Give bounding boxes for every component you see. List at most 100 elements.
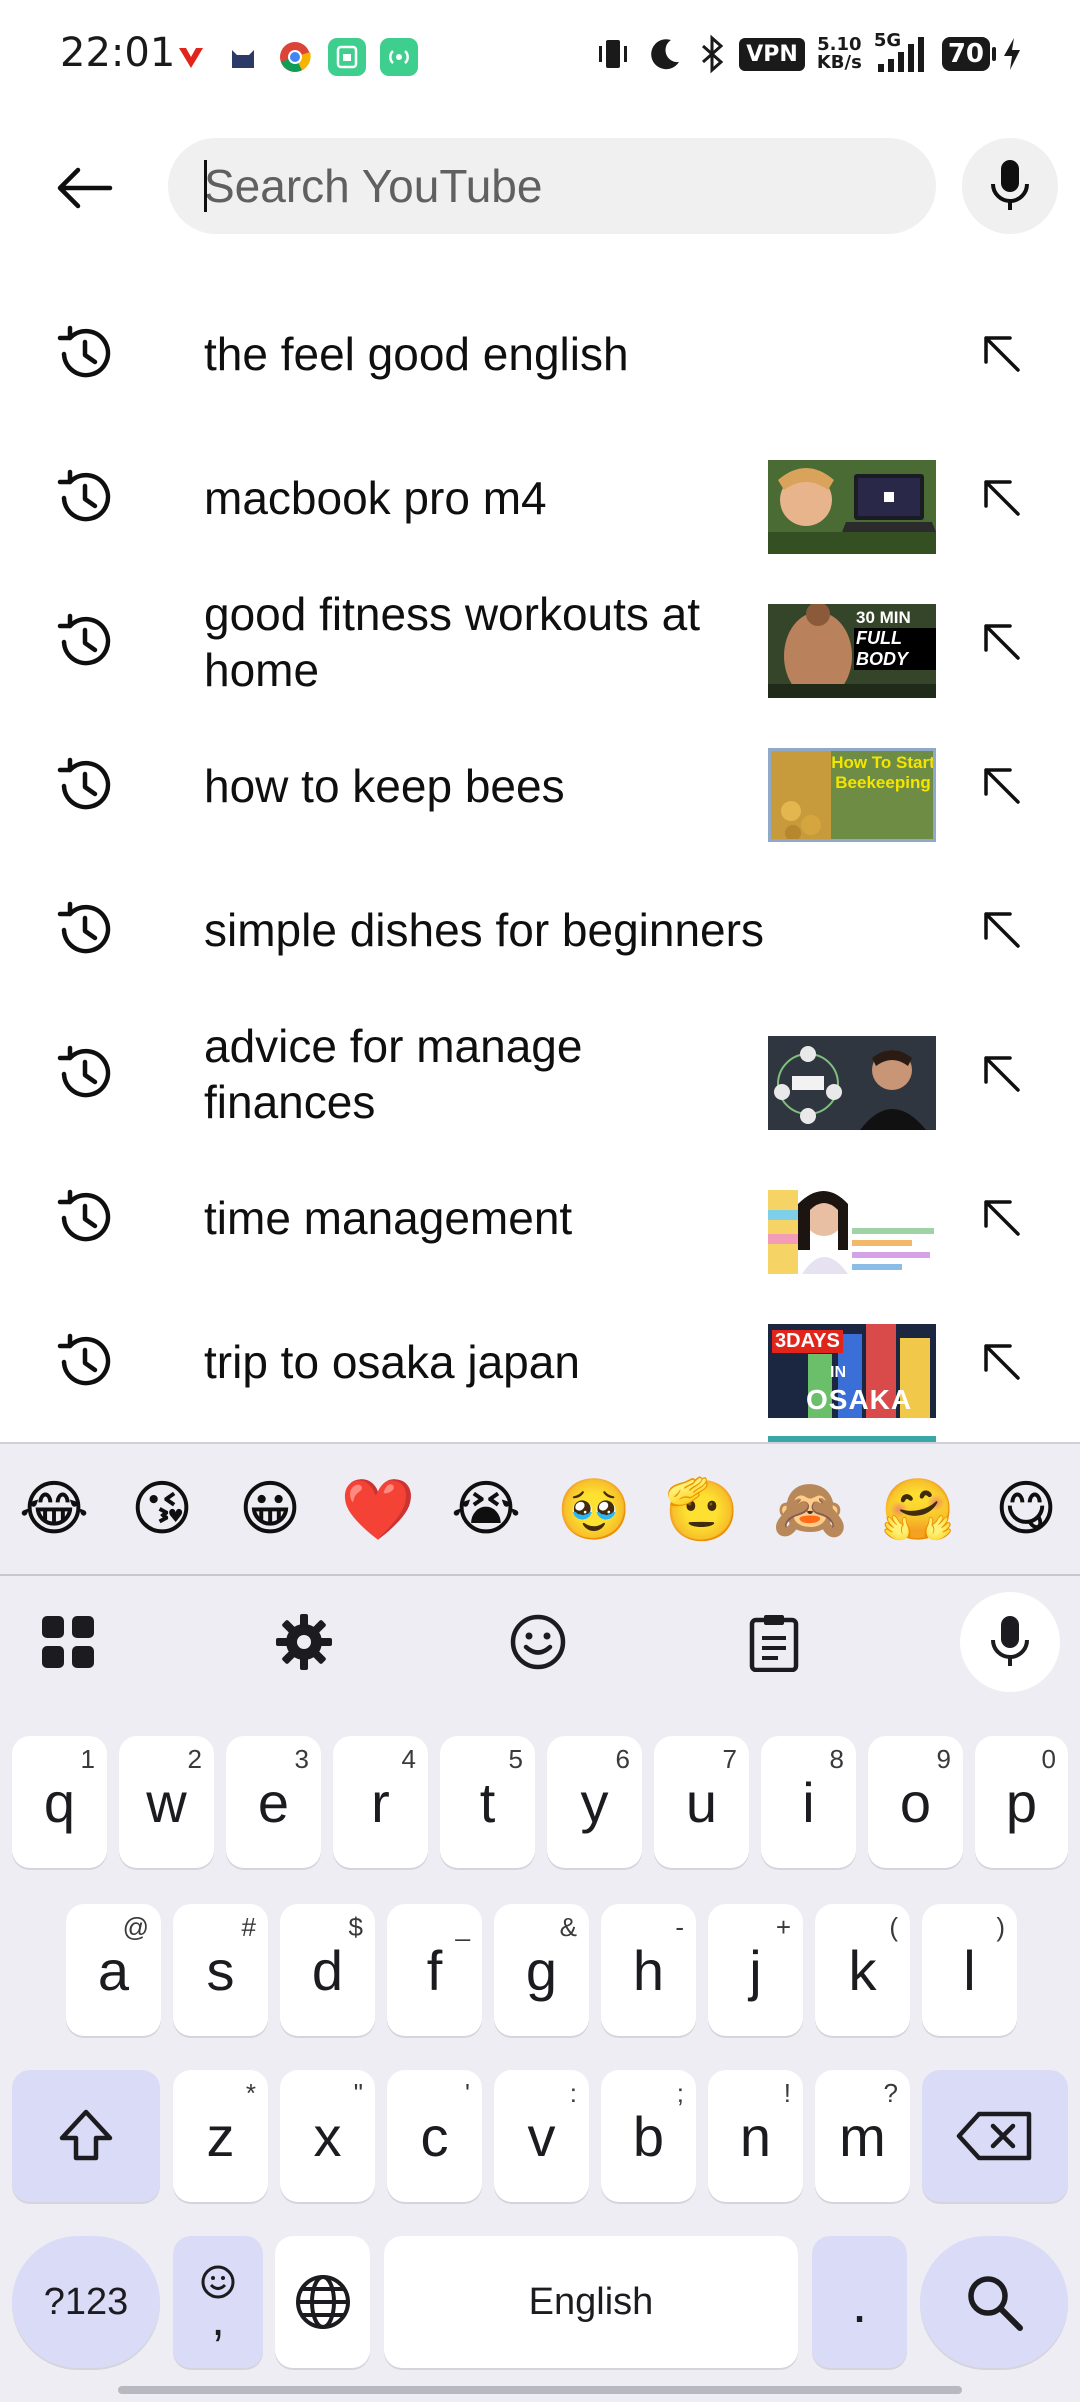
fill-query-button[interactable] xyxy=(962,1038,1042,1110)
arrow-back-icon xyxy=(57,167,113,209)
thumbnail-text: OSAKA xyxy=(806,1384,913,1415)
emoji-key[interactable]: 🫡 xyxy=(652,1474,752,1545)
shift-key[interactable] xyxy=(12,2070,160,2202)
emoji-key[interactable]: 😭 xyxy=(436,1474,536,1544)
gesture-navigation-bar[interactable] xyxy=(118,2386,962,2394)
suggestion-item[interactable]: time management xyxy=(0,1146,1080,1290)
key-w[interactable]: w2 xyxy=(119,1736,214,1868)
thumbnail-text: 3DAYS xyxy=(772,1330,843,1353)
thumbnail-text: 30 MIN xyxy=(856,608,911,627)
language-key[interactable] xyxy=(275,2236,370,2368)
backspace-icon xyxy=(956,2111,1032,2161)
key-n[interactable]: n! xyxy=(708,2070,803,2202)
emoji-key[interactable]: 🙈 xyxy=(760,1474,860,1545)
key-o[interactable]: o9 xyxy=(868,1736,963,1868)
search-suggestions-list: the feel good english macbook pro m4 goo… xyxy=(0,282,1080,1442)
history-icon xyxy=(44,466,124,530)
microphone-icon xyxy=(991,1616,1029,1666)
suggestion-item-partial[interactable] xyxy=(0,1434,1080,1442)
fill-query-button[interactable] xyxy=(962,1182,1042,1254)
key-h[interactable]: h- xyxy=(601,1904,696,2036)
backspace-key[interactable] xyxy=(922,2070,1068,2202)
key-t[interactable]: t5 xyxy=(440,1736,535,1868)
history-icon xyxy=(44,1042,124,1106)
key-p[interactable]: p0 xyxy=(975,1736,1068,1868)
key-a[interactable]: a @ xyxy=(66,1904,161,2036)
notification-icons xyxy=(172,38,418,76)
key-x[interactable]: x " xyxy=(280,2070,375,2202)
key-v[interactable]: v: xyxy=(494,2070,589,2202)
period-key[interactable]: . xyxy=(812,2236,907,2368)
fill-query-button[interactable] xyxy=(962,606,1042,678)
key-s[interactable]: s # xyxy=(173,1904,268,2036)
search-icon xyxy=(968,2276,1023,2331)
key-c[interactable]: c ' xyxy=(387,2070,482,2202)
do-not-disturb-moon-icon xyxy=(651,39,680,70)
status-bar: 22:01 VPN 5.10 KB/s 5G 70 xyxy=(0,0,1080,110)
arrow-up-left-icon xyxy=(984,1200,1020,1236)
suggestion-item[interactable]: advice for manage finances xyxy=(0,1002,1080,1146)
key-z[interactable]: z * xyxy=(173,2070,268,2202)
suggestion-text: simple dishes for beginners xyxy=(204,904,764,956)
fill-query-button[interactable] xyxy=(962,750,1042,822)
globe-icon xyxy=(295,2275,350,2329)
key-u[interactable]: u7 xyxy=(654,1736,749,1868)
search-key[interactable] xyxy=(920,2236,1068,2368)
emoji-key[interactable]: 🤗 xyxy=(868,1474,968,1545)
keyboard-voice-button[interactable] xyxy=(960,1592,1060,1692)
space-key[interactable]: English xyxy=(384,2236,798,2368)
keyboard-settings-button[interactable] xyxy=(258,1596,350,1688)
key-e[interactable]: e3 xyxy=(226,1736,321,1868)
emoji-suggestion-row: 😂 😘 😀 ❤️ 😭 🥹 🫡 🙈 🤗 😋 xyxy=(0,1444,1080,1576)
suggestion-item[interactable]: simple dishes for beginners xyxy=(0,858,1080,1002)
emoji-key[interactable]: ❤️ xyxy=(328,1474,428,1545)
key-l[interactable]: l) xyxy=(922,1904,1017,2036)
history-icon xyxy=(44,754,124,818)
key-k[interactable]: k( xyxy=(815,1904,910,2036)
fill-query-button[interactable] xyxy=(962,318,1042,390)
arrow-up-left-icon xyxy=(984,480,1020,516)
smiley-icon xyxy=(510,1614,566,1670)
history-icon xyxy=(44,610,124,674)
vibrate-icon xyxy=(599,40,628,68)
emoji-key[interactable]: 😀 xyxy=(220,1474,320,1544)
suggestion-item[interactable]: the feel good english xyxy=(0,282,1080,426)
suggestion-item[interactable]: macbook pro m4 xyxy=(0,426,1080,570)
voice-search-button[interactable] xyxy=(962,138,1058,234)
suggestion-text: how to keep bees xyxy=(204,760,565,812)
symbols-key[interactable]: ?123 xyxy=(12,2236,160,2368)
suggestion-item[interactable]: how to keep bees How To Start Beekeeping xyxy=(0,714,1080,858)
search-box[interactable] xyxy=(168,138,936,234)
clipboard-button[interactable] xyxy=(728,1596,820,1688)
fill-query-button[interactable] xyxy=(962,894,1042,966)
emoji-comma-key[interactable]: , xyxy=(173,2236,263,2368)
key-b[interactable]: b; xyxy=(601,2070,696,2202)
key-m[interactable]: m? xyxy=(815,2070,910,2202)
key-y[interactable]: y6 xyxy=(547,1736,642,1868)
emoji-key[interactable]: 😘 xyxy=(112,1474,212,1544)
suggestion-item[interactable]: good fitness workouts at home 30 MIN FUL… xyxy=(0,570,1080,714)
arrow-up-left-icon xyxy=(984,336,1020,372)
keyboard-toolbar xyxy=(0,1576,1080,1706)
search-input[interactable] xyxy=(204,138,904,234)
arrow-up-left-icon xyxy=(984,624,1020,660)
suggestion-text: macbook pro m4 xyxy=(204,472,547,524)
emoji-button[interactable] xyxy=(492,1596,584,1688)
emoji-key[interactable]: 😋 xyxy=(976,1474,1076,1544)
key-i[interactable]: i8 xyxy=(761,1736,856,1868)
key-f[interactable]: f _ xyxy=(387,1904,482,2036)
fill-query-button[interactable] xyxy=(962,1326,1042,1398)
key-r[interactable]: r4 xyxy=(333,1736,428,1868)
back-button[interactable] xyxy=(44,148,124,228)
clipboard-icon xyxy=(749,1615,799,1672)
apps-grid-button[interactable] xyxy=(22,1596,114,1688)
emoji-key[interactable]: 🥹 xyxy=(544,1474,644,1545)
key-q[interactable]: q1 xyxy=(12,1736,107,1868)
emoji-key[interactable]: 😂 xyxy=(4,1474,104,1544)
apps-grid-icon xyxy=(42,1616,94,1668)
suggestion-item[interactable]: trip to osaka japan 3DAYS IN OSAKA xyxy=(0,1290,1080,1434)
key-d[interactable]: d $ xyxy=(280,1904,375,2036)
fill-query-button[interactable] xyxy=(962,462,1042,534)
key-j[interactable]: j + xyxy=(708,1904,803,2036)
key-g[interactable]: g & xyxy=(494,1904,589,2036)
